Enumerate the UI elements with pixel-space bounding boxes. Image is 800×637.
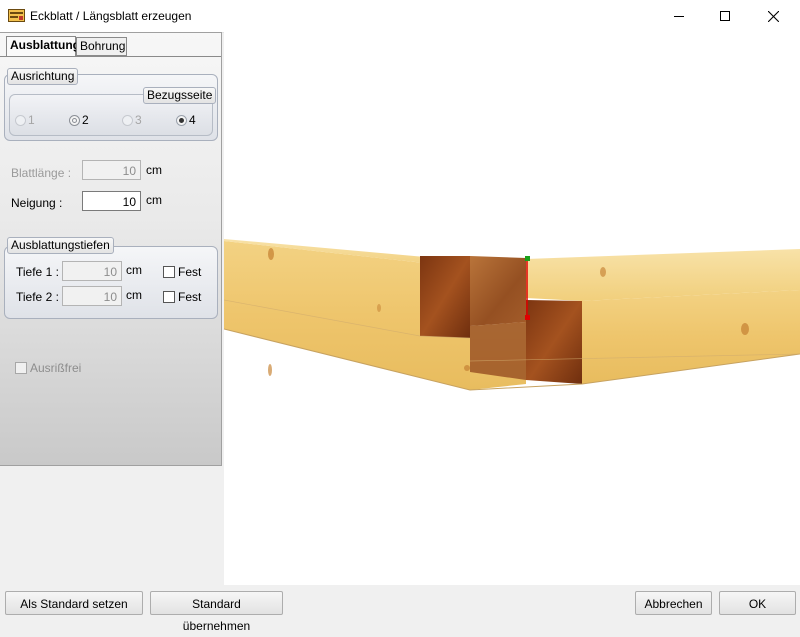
checkbox-label: Fest — [178, 290, 202, 304]
tiefe2-label: Tiefe 2 : — [16, 290, 59, 304]
blattlaenge-label: Blattlänge : — [11, 166, 72, 180]
wood-knot — [268, 248, 274, 260]
tiefe1-label: Tiefe 1 : — [16, 265, 59, 279]
close-button[interactable] — [750, 0, 796, 32]
maximize-icon — [720, 11, 730, 21]
radio-side-2[interactable]: 2 — [69, 113, 89, 127]
close-icon — [767, 10, 779, 22]
neigung-label: Neigung : — [11, 196, 63, 210]
checkbox-box — [15, 362, 27, 374]
wood-knot — [464, 365, 470, 371]
notch-face-lower — [470, 322, 526, 380]
tiefe1-fest-checkbox[interactable]: Fest — [163, 265, 201, 279]
app-icon — [8, 9, 25, 22]
tiefe2-unit: cm — [126, 288, 142, 302]
ok-button[interactable]: OK — [719, 591, 796, 615]
radio-side-4[interactable]: 4 — [176, 113, 196, 127]
neigung-unit: cm — [146, 193, 162, 207]
cancel-button[interactable]: Abbrechen — [635, 591, 712, 615]
ausrichtung-title: Ausrichtung — [7, 68, 79, 85]
bezugsseite-title: Bezugsseite — [143, 87, 217, 104]
radio-side-3[interactable]: 3 — [122, 113, 142, 127]
apply-default-button[interactable]: Standard übernehmen — [150, 591, 283, 633]
tiefe1-unit: cm — [126, 263, 142, 277]
neigung-input[interactable] — [82, 191, 141, 211]
checkbox-label: Ausrißfrei — [30, 361, 82, 375]
minimize-button[interactable] — [656, 0, 702, 32]
settings-panel: Ausblattung Bohrung Bezugsseite 1 2 3 4 … — [0, 32, 222, 466]
checkbox-box — [163, 266, 175, 278]
ausrissfrei-checkbox[interactable]: Ausrißfrei — [15, 361, 81, 375]
wood-knot — [377, 304, 381, 312]
tiefe2-input[interactable] — [62, 286, 122, 306]
radio-label: 1 — [28, 113, 35, 127]
reference-point-red — [525, 315, 530, 320]
wood-knot — [600, 267, 606, 277]
radio-label: 4 — [189, 113, 196, 127]
tiefe2-fest-checkbox[interactable]: Fest — [163, 290, 201, 304]
wood-knot — [741, 323, 749, 335]
set-default-button[interactable]: Als Standard setzen — [5, 591, 143, 615]
tab-ausblattung[interactable]: Ausblattung — [6, 36, 80, 57]
minimize-icon — [674, 16, 684, 17]
timber-joint-render — [224, 239, 800, 391]
tiefen-group: Tiefe 1 : cm Fest Tiefe 2 : cm Fest — [4, 246, 218, 319]
notch-face-right — [526, 300, 582, 384]
notch-face-left — [420, 256, 470, 338]
blattlaenge-unit: cm — [146, 163, 162, 177]
notch-face-middle — [470, 256, 526, 326]
tab-bohrung[interactable]: Bohrung — [76, 37, 127, 56]
tiefe1-input[interactable] — [62, 261, 122, 281]
blattlaenge-input[interactable] — [82, 160, 141, 180]
reference-point-green — [525, 256, 530, 261]
radio-label: 3 — [135, 113, 142, 127]
wood-knot — [268, 364, 272, 376]
title-bar: Eckblatt / Längsblatt erzeugen — [0, 0, 800, 33]
radio-circle — [15, 114, 26, 126]
radio-label: 2 — [82, 113, 89, 127]
maximize-button[interactable] — [702, 0, 748, 32]
checkbox-box — [163, 291, 175, 303]
beam-right-front-face — [582, 290, 800, 384]
tiefen-title: Ausblattungstiefen — [7, 237, 114, 254]
radio-circle — [176, 114, 187, 126]
radio-side-1[interactable]: 1 — [15, 113, 35, 127]
radio-circle — [122, 114, 133, 126]
checkbox-label: Fest — [178, 265, 202, 279]
tab-divider — [0, 56, 221, 57]
3d-viewport[interactable] — [224, 32, 800, 585]
radio-circle — [69, 114, 80, 126]
window-title: Eckblatt / Längsblatt erzeugen — [30, 9, 192, 23]
